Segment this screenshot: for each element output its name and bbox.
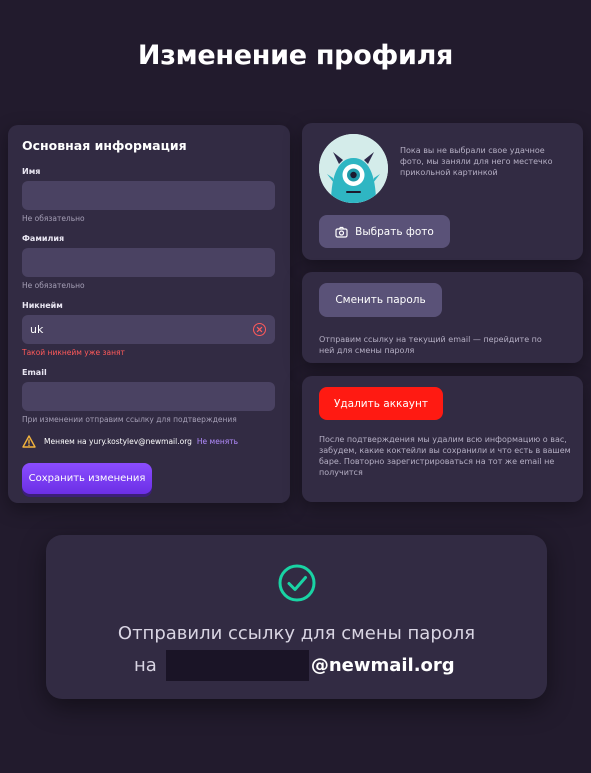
cancel-email-change-link[interactable]: Не менять (197, 437, 238, 446)
first-name-label: Имя (22, 167, 41, 176)
email-input[interactable] (22, 382, 275, 411)
password-card: Сменить пароль Отправим ссылку на текущи… (302, 272, 583, 363)
photo-card: Пока вы не выбрали свое удачное фото, мы… (302, 123, 583, 260)
last-name-hint: Не обязательно (22, 281, 85, 290)
pending-email-text: Меняем на yury.kostylev@newmail.org (44, 437, 192, 446)
choose-photo-label: Выбрать фото (355, 225, 434, 238)
clear-icon[interactable] (253, 323, 266, 336)
nickname-value: uk (30, 323, 44, 336)
first-name-input[interactable] (22, 181, 275, 210)
delete-account-card: Удалить аккаунт После подтверждения мы у… (302, 376, 583, 502)
delete-account-button[interactable]: Удалить аккаунт (319, 387, 443, 420)
email-hint: При изменении отправим ссылку для подтве… (22, 415, 237, 424)
toast-prefix: на (134, 655, 157, 676)
toast-email-domain: @newmail.org (310, 655, 455, 676)
main-info-title: Основная информация (22, 138, 187, 153)
warning-icon (22, 435, 36, 448)
email-label: Email (22, 368, 47, 377)
first-name-hint: Не обязательно (22, 214, 85, 223)
save-button[interactable]: Сохранить изменения (22, 463, 152, 494)
nickname-error: Такой никнейм уже занят (22, 348, 125, 357)
delete-account-text: После подтверждения мы удалим всю информ… (319, 435, 571, 477)
last-name-label: Фамилия (22, 234, 65, 243)
last-name-input[interactable] (22, 248, 275, 277)
choose-photo-button[interactable]: Выбрать фото (319, 215, 450, 248)
check-circle-icon (278, 564, 316, 602)
change-password-button[interactable]: Сменить пароль (319, 283, 442, 317)
nickname-label: Никнейм (22, 301, 63, 310)
photo-placeholder-text: Пока вы не выбрали свое удачное фото, мы… (400, 146, 553, 177)
password-link-sent-toast: Отправили ссылку для смены пароля на @ne… (46, 535, 547, 699)
nickname-input[interactable]: uk (22, 315, 275, 344)
password-hint-text: Отправим ссылку на текущий email — перей… (319, 335, 542, 355)
camera-icon (335, 226, 348, 238)
toast-message: Отправили ссылку для смены пароля (117, 623, 476, 644)
page-title: Изменение профиля (137, 40, 454, 71)
avatar (319, 134, 388, 203)
toast-email-line: на @newmail.org (134, 650, 455, 681)
main-info-card: Основная информация Имя Не обязательно Ф… (8, 125, 290, 503)
pending-email-notice: Меняем на yury.kostylev@newmail.org Не м… (22, 435, 276, 448)
redacted-email-block (165, 650, 309, 681)
